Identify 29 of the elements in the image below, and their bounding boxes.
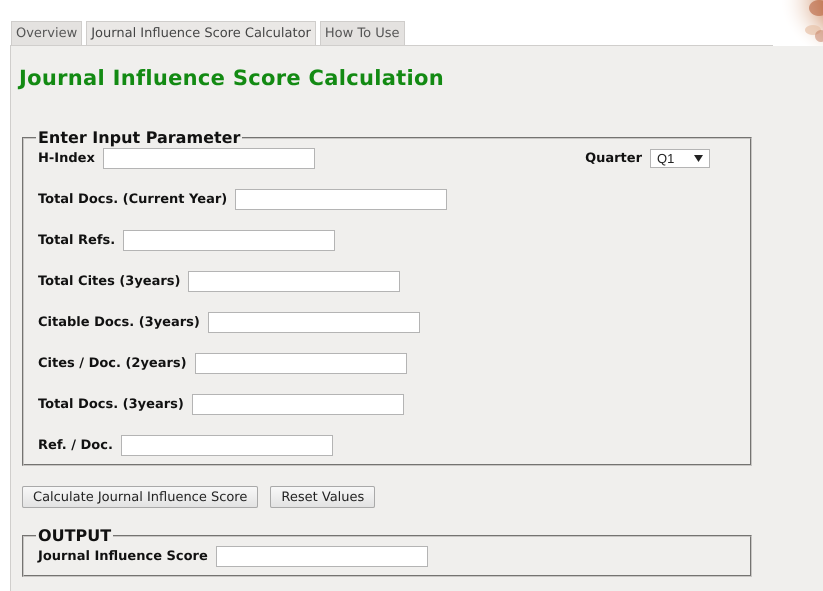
calculate-button[interactable]: Calculate Journal Influence Score [22, 486, 258, 508]
input-field[interactable] [235, 188, 448, 210]
field-label: Cites / Doc. (2years) [38, 356, 187, 370]
field-label: Citable Docs. (3years) [38, 314, 200, 330]
quarter-select[interactable]: Q1 [650, 148, 710, 168]
input-field[interactable] [102, 148, 315, 168]
input-field[interactable] [192, 394, 404, 414]
field-label: Journal Influence Score [38, 548, 208, 564]
input-field[interactable] [194, 352, 407, 374]
input-field[interactable] [120, 434, 333, 456]
section-legend: OUTPUT [36, 526, 114, 545]
field-label: Total Docs. (3years) [38, 396, 184, 412]
input-field[interactable] [216, 546, 428, 566]
input-field[interactable] [123, 230, 336, 250]
tab[interactable]: Overview [11, 21, 82, 45]
tab[interactable]: How To Use [320, 21, 404, 45]
field-label: Ref. / Doc. [38, 438, 113, 452]
page-title: Journal Influence Score Calculation [19, 66, 444, 90]
field-label: Quarter [585, 150, 642, 166]
reset-button[interactable]: Reset Values [270, 486, 376, 508]
field-label: Total Docs. (Current Year) [38, 192, 228, 206]
tab[interactable]: Journal Influence Score Calculator [86, 21, 316, 45]
field-label: H-Index [38, 150, 95, 166]
section-legend: Enter Input Parameter [36, 128, 242, 147]
input-field[interactable] [208, 312, 420, 332]
field-label: Total Cites (3years) [38, 274, 180, 288]
field-label: Total Refs. [38, 232, 116, 248]
caret-icon [694, 154, 703, 162]
input-field[interactable] [188, 270, 400, 292]
